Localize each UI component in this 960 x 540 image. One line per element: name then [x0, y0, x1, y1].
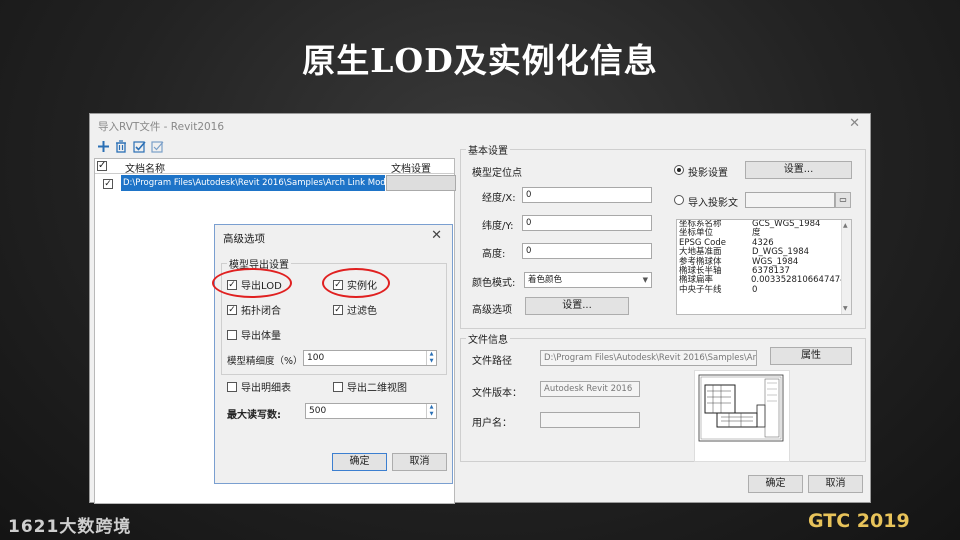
column-header-name[interactable]: 文档名称 [125, 160, 165, 175]
latitude-input[interactable]: 0 [522, 215, 652, 231]
info-row: 中央子午线 0 [677, 284, 851, 295]
stepper-arrows-icon[interactable]: ▲ ▼ [426, 351, 436, 365]
export-volume-label: 导出体量 [241, 331, 281, 342]
cancel-button[interactable]: 取消 [808, 475, 863, 493]
precision-stepper[interactable]: 100 ▲ ▼ [303, 350, 437, 366]
username-label: 用户名： [472, 418, 512, 429]
gtc-logo: GTC 2019 [808, 510, 910, 532]
file-row-path[interactable]: D:\Program Files\Autodesk\Revit 2016\Sam… [121, 175, 385, 191]
export-2d-view-checkbox[interactable]: 导出二维视图 [333, 379, 407, 394]
checkmark-icon: ✓ [227, 304, 237, 315]
advanced-options-dialog: 高级选项 ✕ 模型导出设置 ✓ 导出LOD ✓ 实例化 ✓ 拓扑闭合 ✓ 过滤色… [214, 224, 453, 484]
file-version-label: 文件版本： [472, 388, 522, 399]
properties-button[interactable]: 属性 [770, 347, 852, 365]
file-row-setting[interactable] [386, 175, 456, 191]
color-mode-label: 颜色模式: [472, 278, 516, 289]
import-projection-input[interactable] [745, 192, 835, 208]
filter-color-checkbox[interactable]: ✓ 过滤色 [333, 302, 377, 317]
file-path-label: 文件路径 [472, 356, 512, 367]
max-rw-value: 500 [309, 406, 327, 416]
chevron-down-icon: ▼ [642, 276, 648, 284]
projection-settings-button[interactable]: 设置... [745, 161, 852, 179]
topology-close-label: 拓扑闭合 [241, 306, 281, 317]
export-volume-checkbox[interactable]: 导出体量 [227, 327, 281, 342]
brand-logo-left: 1621大数跨境 [8, 517, 132, 537]
latitude-label: 纬度/Y: [482, 221, 514, 232]
projection-radio[interactable] [674, 165, 684, 175]
coordinate-info-list: 坐标系名称 GCS_WGS_1984 坐标单位度 EPSG Code 4326 大地基准面… [677, 220, 851, 295]
projection-radio-label: 投影设置 [688, 168, 728, 179]
slide-title: 原生LOD及实例化信息 [302, 41, 658, 80]
info-value: 0 [752, 284, 758, 295]
highlight-ellipse-lod [212, 268, 292, 298]
export-2d-view-label: 导出二维视图 [347, 383, 407, 394]
model-preview-thumbnail [694, 370, 790, 462]
window-close-icon[interactable]: ✕ [849, 116, 860, 131]
username-input[interactable] [540, 412, 640, 428]
dialog-close-icon[interactable]: ✕ [431, 228, 442, 243]
file-version-input[interactable]: Autodesk Revit 2016 [540, 381, 640, 397]
dialog-title: 高级选项 [223, 233, 265, 245]
height-input[interactable]: 0 [522, 243, 652, 259]
basic-settings-label: 基本设置 [466, 142, 510, 157]
file-path-input[interactable]: D:\Program Files\Autodesk\Revit 2016\Sam… [540, 350, 757, 366]
precision-value: 100 [307, 353, 325, 363]
uncheck-icon[interactable] [150, 140, 164, 153]
dialog-cancel-button[interactable]: 取消 [392, 453, 447, 471]
file-info-label: 文件信息 [466, 331, 510, 346]
scroll-down-icon[interactable]: ▼ [843, 304, 848, 313]
dialog-ok-button[interactable]: 确定 [332, 453, 387, 471]
filter-color-label: 过滤色 [347, 306, 377, 317]
color-mode-value: 着色颜色 [528, 275, 563, 285]
column-header-settings[interactable]: 文档设置 [391, 160, 431, 175]
delete-icon[interactable] [114, 140, 128, 153]
color-mode-select[interactable]: 着色颜色 ▼ [524, 272, 652, 288]
ok-button[interactable]: 确定 [748, 475, 803, 493]
export-schedule-checkbox[interactable]: 导出明细表 [227, 379, 291, 394]
longitude-input[interactable]: 0 [522, 187, 652, 203]
advanced-settings-button[interactable]: 设置... [525, 297, 629, 315]
stepper-arrows-icon[interactable]: ▲ ▼ [426, 404, 436, 418]
info-value: GCS_WGS_1984 [752, 219, 821, 229]
longitude-label: 经度/X: [482, 193, 516, 204]
topology-close-checkbox[interactable]: ✓ 拓扑闭合 [227, 302, 281, 317]
max-rw-stepper[interactable]: 500 ▲ ▼ [305, 403, 437, 419]
scroll-up-icon[interactable]: ▲ [843, 221, 848, 230]
import-projection-radio[interactable] [674, 195, 684, 205]
info-value: 0.00335281066474748 [750, 275, 851, 286]
info-scrollbar[interactable]: ▲ ▼ [841, 220, 851, 314]
height-label: 高度: [482, 249, 506, 260]
file-toolbar [96, 140, 164, 153]
highlight-ellipse-instancing [322, 268, 390, 298]
folder-browse-icon[interactable]: ▭ [835, 192, 851, 208]
advanced-options-label: 高级选项 [472, 305, 512, 316]
max-rw-label: 最大读写数: [227, 410, 281, 421]
file-list-header: ✓ 文档名称 文档设置 [95, 159, 454, 175]
coordinate-info-box: 坐标系名称 GCS_WGS_1984 坐标单位度 EPSG Code 4326 大地基准面… [676, 219, 852, 315]
file-list-row[interactable]: ✓ D:\Program Files\Autodesk\Revit 2016\S… [95, 175, 456, 191]
file-row-checkbox[interactable]: ✓ [103, 178, 113, 189]
precision-label: 模型精细度（%）: [227, 356, 306, 367]
import-projection-label: 导入投影文 [688, 198, 738, 209]
window-title: 导入RVT文件 - Revit2016 [98, 121, 225, 133]
info-key: 中央子午线 [679, 284, 722, 295]
export-schedule-label: 导出明细表 [241, 383, 291, 394]
import-rvt-window: 导入RVT文件 - Revit2016 ✕ ✓ 文档名称 文档设置 ✓ D:\P… [89, 113, 871, 504]
checkmark-icon: ✓ [333, 304, 343, 315]
check-all-icon[interactable] [132, 140, 146, 153]
location-label: 模型定位点 [472, 168, 522, 179]
add-icon[interactable] [96, 140, 110, 153]
